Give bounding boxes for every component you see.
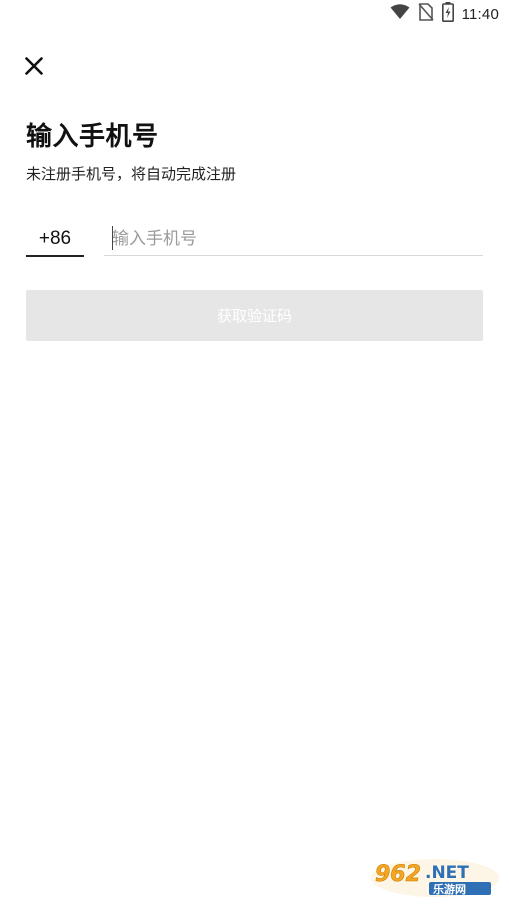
close-icon [25,57,43,79]
close-button[interactable] [18,52,50,84]
status-bar: 11:40 [0,0,509,28]
country-code-selector[interactable]: +86 [26,222,84,257]
battery-charging-icon [441,2,454,26]
status-icons: 11:40 [390,2,499,26]
no-sim-icon [417,3,434,25]
status-time: 11:40 [461,5,499,23]
svg-text:乐游网: 乐游网 [433,882,466,896]
wifi-icon [390,4,410,24]
page-subtitle: 未注册手机号，将自动完成注册 [26,165,237,183]
get-code-button[interactable]: 获取验证码 [26,290,483,341]
phone-input[interactable] [104,222,483,256]
svg-text:.NET: .NET [425,863,469,883]
watermark-logo: 962 .NET 乐游网 [369,856,501,898]
page-title: 输入手机号 [26,122,159,152]
svg-text:962: 962 [375,862,421,887]
text-caret [112,226,113,250]
